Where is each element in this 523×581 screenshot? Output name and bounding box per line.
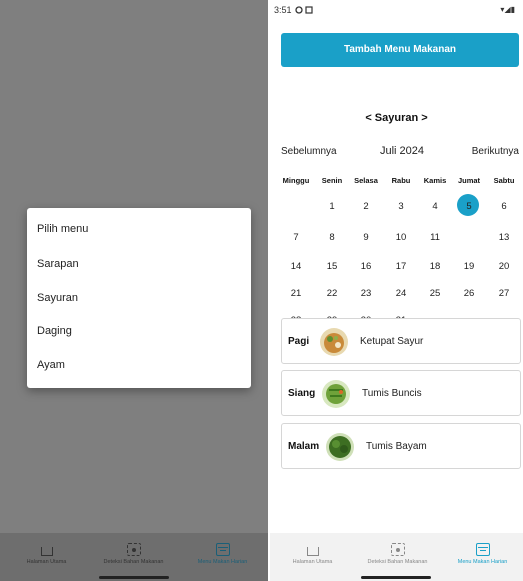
calendar-day[interactable]: 18: [417, 261, 453, 272]
month-title: Juli 2024: [380, 145, 425, 157]
nav-detect-label: Deteksi Bahan Makanan: [103, 559, 164, 565]
option-daging[interactable]: Daging: [37, 325, 72, 337]
nav-daily-menu-label: Menu Makan Harian: [457, 559, 508, 565]
nav-home[interactable]: Halaman Utama: [270, 539, 355, 579]
nav-daily-menu-label: Menu Makan Harian: [197, 559, 248, 565]
home-icon: [40, 547, 53, 556]
status-time: 3:51: [274, 5, 292, 15]
option-ayam[interactable]: Ayam: [37, 359, 65, 371]
gesture-bar: [361, 576, 431, 579]
calendar-day[interactable]: 5: [451, 201, 487, 212]
calendar-day[interactable]: 19: [451, 261, 487, 272]
option-sayuran[interactable]: Sayuran: [37, 292, 78, 304]
scan-icon: [390, 543, 405, 556]
option-sarapan[interactable]: Sarapan: [37, 258, 79, 270]
status-notification-icons: [295, 6, 313, 14]
weekday-header: Kamis: [423, 176, 447, 185]
weekday-header: Selasa: [354, 176, 378, 185]
weekday-header: Minggu: [282, 176, 310, 185]
nav-home-label: Halaman Utama: [26, 559, 67, 565]
prev-month-button[interactable]: Sebelumnya: [281, 146, 337, 157]
nav-detect[interactable]: Deteksi Bahan Makanan: [355, 539, 440, 579]
nav-home[interactable]: Halaman Utama: [4, 539, 89, 579]
bottom-nav-dimmed: Halaman Utama Deteksi Bahan Makanan Menu…: [0, 533, 268, 581]
calendar-day[interactable]: 15: [314, 261, 350, 272]
calendar-icon: [215, 543, 230, 556]
weekday-header: Sabtu: [493, 176, 515, 185]
gesture-bar: [99, 576, 169, 579]
calendar-day[interactable]: 27: [486, 288, 522, 299]
calendar-day[interactable]: 17: [383, 261, 419, 272]
meal-name: Ketupat Sayur: [360, 336, 424, 347]
weekday-header: Jumat: [457, 176, 481, 185]
food-image: [322, 380, 350, 408]
calendar-day[interactable]: 26: [451, 288, 487, 299]
food-image: [326, 433, 354, 461]
menu-select-dialog: Pilih menu Sarapan Sayuran Daging Ayam: [27, 208, 251, 388]
bottom-nav: Halaman Utama Deteksi Bahan Makanan Menu…: [270, 533, 523, 581]
add-menu-button[interactable]: Tambah Menu Makanan: [281, 33, 519, 67]
calendar-day[interactable]: 22: [314, 288, 350, 299]
calendar-day[interactable]: 23: [348, 288, 384, 299]
calendar-day[interactable]: 14: [278, 261, 314, 272]
nav-detect[interactable]: Deteksi Bahan Makanan: [91, 539, 176, 579]
calendar-day[interactable]: 13: [486, 232, 522, 243]
category-switcher[interactable]: < Sayuran >: [270, 112, 523, 124]
nav-detect-label: Deteksi Bahan Makanan: [367, 559, 428, 565]
calendar-day[interactable]: 24: [383, 288, 419, 299]
meal-name: Tumis Bayam: [366, 441, 427, 452]
calendar-day[interactable]: 4: [417, 201, 453, 212]
meal-time-label: Malam: [288, 441, 320, 452]
calendar-day[interactable]: 12: [451, 232, 487, 243]
nav-home-label: Halaman Utama: [292, 559, 333, 565]
scan-icon: [126, 543, 141, 556]
weekday-header: Rabu: [391, 176, 411, 185]
calendar-day[interactable]: 10: [383, 232, 419, 243]
nav-daily-menu[interactable]: Menu Makan Harian: [180, 539, 265, 579]
next-month-button[interactable]: Berikutnya: [472, 146, 519, 157]
meal-name: Tumis Buncis: [362, 388, 422, 399]
calendar-day[interactable]: 9: [348, 232, 384, 243]
meal-card-malam[interactable]: Malam Tumis Bayam: [281, 423, 521, 469]
meal-card-pagi[interactable]: Pagi Ketupat Sayur: [281, 318, 521, 364]
meal-card-siang[interactable]: Siang Tumis Buncis: [281, 370, 521, 416]
calendar-day[interactable]: 20: [486, 261, 522, 272]
calendar-day[interactable]: 25: [417, 288, 453, 299]
food-image: [320, 328, 348, 356]
calendar-day[interactable]: 11: [417, 232, 453, 243]
calendar-day[interactable]: 6: [486, 201, 522, 212]
left-screen: Pilih menu Sarapan Sayuran Daging Ayam H…: [0, 0, 268, 581]
home-icon: [306, 547, 319, 556]
weekday-header: Senin: [321, 176, 343, 185]
calendar-day[interactable]: 16: [348, 261, 384, 272]
calendar-day[interactable]: 2: [348, 201, 384, 212]
calendar-day[interactable]: 21: [278, 288, 314, 299]
dialog-title: Pilih menu: [37, 223, 89, 235]
right-screen: 3:51 ▾◢▮ Tambah Menu Makanan < Sayuran >…: [270, 0, 523, 581]
calendar-day[interactable]: 8: [314, 232, 350, 243]
status-icons: ▾◢▮: [500, 5, 515, 14]
meal-time-label: Siang: [288, 388, 316, 399]
calendar-icon: [475, 543, 490, 556]
calendar-day[interactable]: 3: [383, 201, 419, 212]
calendar-day[interactable]: 7: [278, 232, 314, 243]
calendar-day[interactable]: 1: [314, 201, 350, 212]
meal-time-label: Pagi: [288, 336, 310, 347]
nav-daily-menu[interactable]: Menu Makan Harian: [440, 539, 523, 579]
